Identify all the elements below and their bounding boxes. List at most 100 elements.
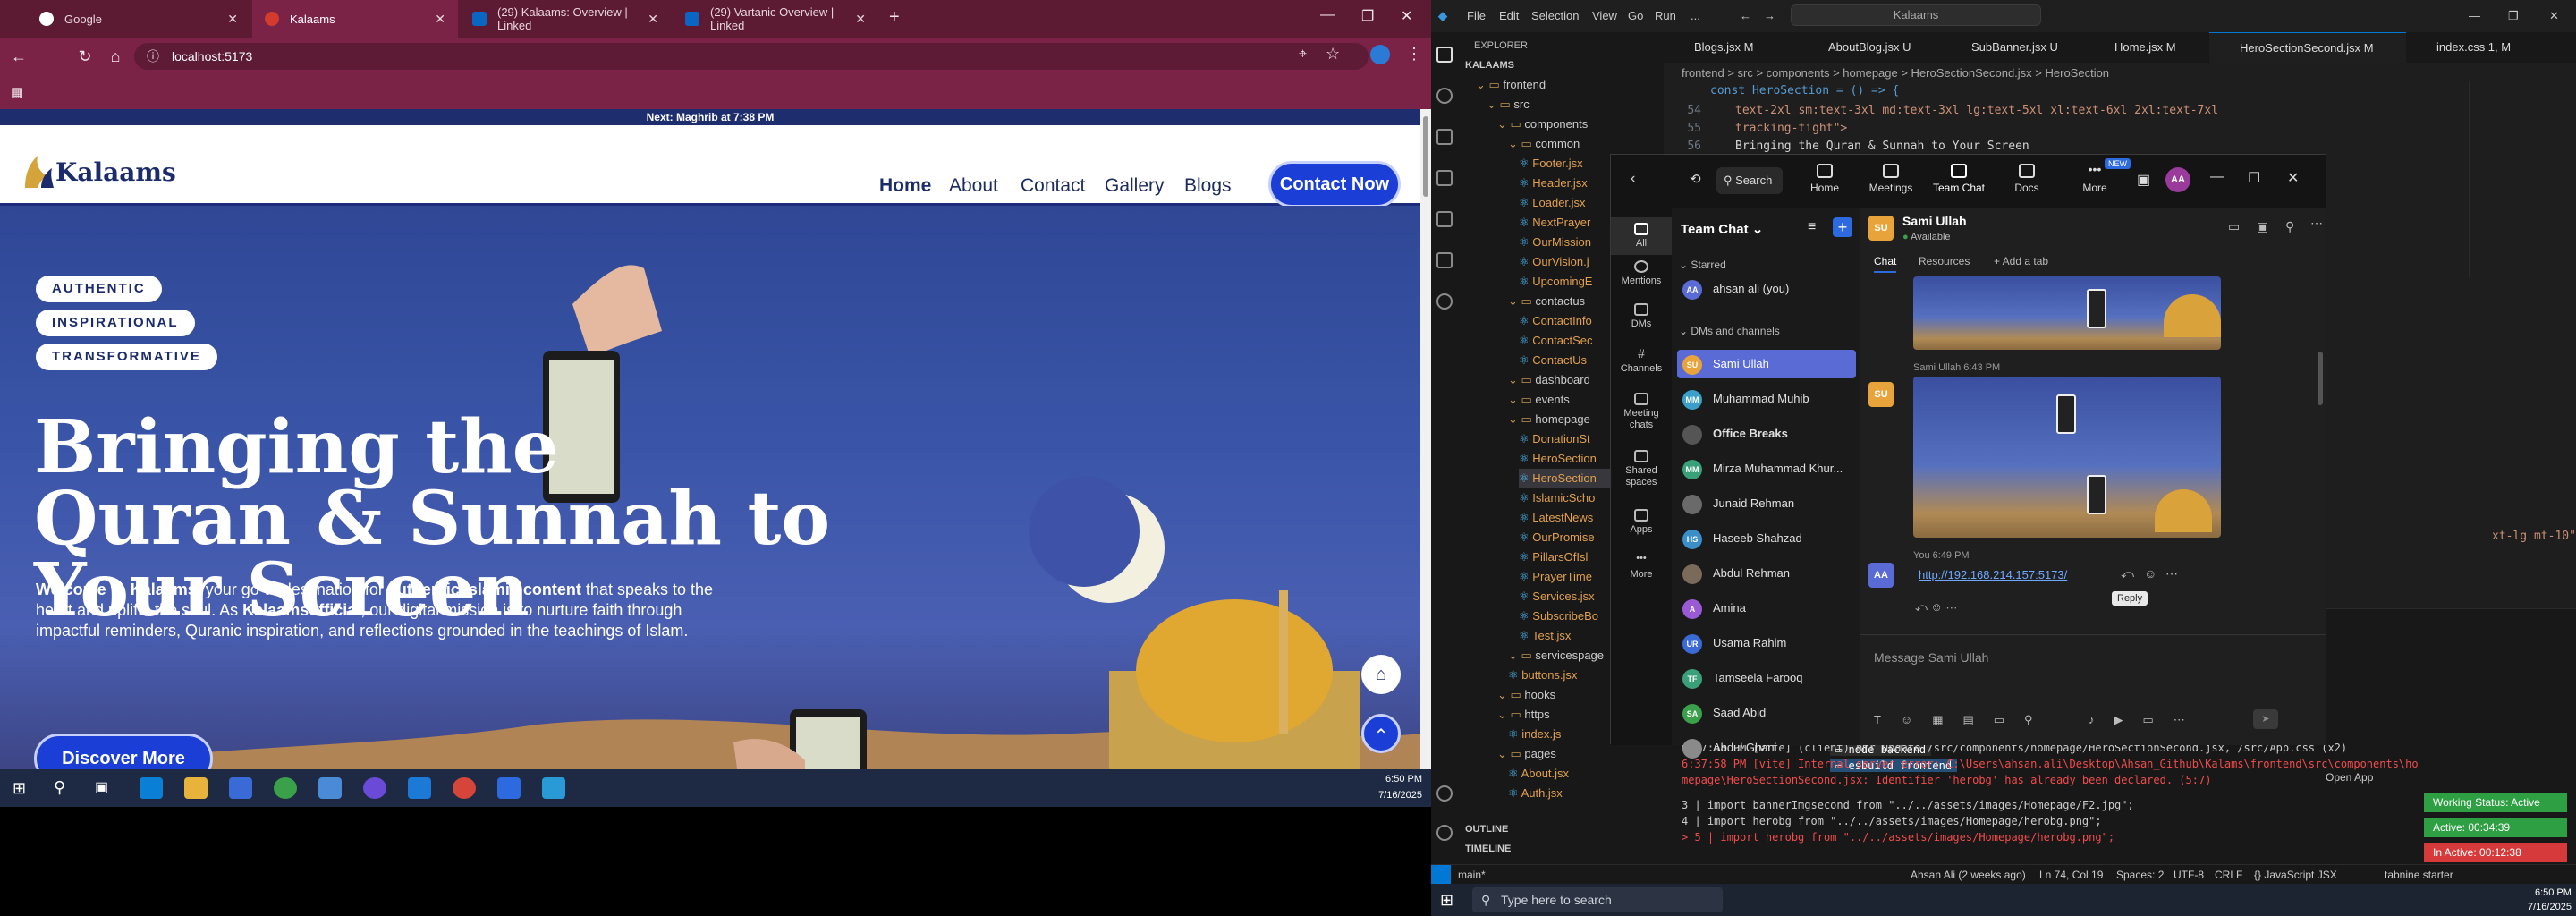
file-item[interactable]: ⚛ Header.jsx xyxy=(1519,174,1588,193)
store-icon[interactable] xyxy=(229,777,252,799)
location-icon[interactable]: ⌖ xyxy=(1299,47,1307,63)
back-icon[interactable]: ← xyxy=(7,45,30,68)
explorer-icon[interactable] xyxy=(1436,47,1453,63)
breadcrumb[interactable]: frontend > src > components > homepage >… xyxy=(1682,66,2109,80)
file-item[interactable]: ⚛ Footer.jsx xyxy=(1519,154,1583,174)
windows-start-icon[interactable]: ⊞ xyxy=(1440,891,1453,910)
encoding[interactable]: UTF-8 xyxy=(2174,869,2204,881)
minimize-icon[interactable]: — xyxy=(2210,169,2224,185)
menu-edit[interactable]: Edit xyxy=(1499,9,1519,22)
rail-shared-spaces[interactable]: Shared spaces xyxy=(1611,450,1672,488)
file-item[interactable]: ⚛ LatestNews xyxy=(1519,508,1593,528)
tab-linkedin-kalaams[interactable]: (29) Kalaams: Overview | Linked ✕ xyxy=(460,0,671,38)
file-item[interactable]: ⚛ OurMission xyxy=(1519,233,1591,252)
page-scrollbar[interactable] xyxy=(1420,109,1431,807)
folder-item[interactable]: ⌄ ▭ components xyxy=(1497,114,1588,134)
remote-icon[interactable] xyxy=(1436,252,1453,268)
apps-grid-icon[interactable]: ▦ xyxy=(11,84,23,100)
line-ending[interactable]: CRLF xyxy=(2215,869,2242,881)
code-line[interactable]: tracking-tight"> xyxy=(1735,122,1847,135)
cursor-position[interactable]: Ln 74, Col 19 xyxy=(2039,869,2103,881)
contact-now-button[interactable]: Contact Now xyxy=(1268,161,1401,208)
maximize-icon[interactable]: ☐ xyxy=(2248,169,2260,187)
outline-section[interactable]: OUTLINE xyxy=(1465,819,1508,839)
tab-aboutblog[interactable]: AboutBlog.jsx U xyxy=(1798,32,1941,63)
my-avatar[interactable]: AA xyxy=(1868,563,1894,588)
more-dots-icon[interactable]: ⋯ xyxy=(2165,566,2178,581)
chat-bubble-icon[interactable]: ⌂ xyxy=(1361,655,1401,694)
url-field[interactable] xyxy=(134,43,1368,70)
nav-home[interactable]: Home xyxy=(1793,164,1856,194)
menu-go[interactable]: Go xyxy=(1628,9,1643,22)
rail-dms[interactable]: DMs xyxy=(1611,303,1672,330)
chat-list-item[interactable]: MM Mirza Muhammad Khur... xyxy=(1677,454,1856,483)
video-call-icon[interactable]: ▭ xyxy=(2228,219,2240,234)
menu-kebab-icon[interactable]: ⋮ xyxy=(1406,45,1422,64)
file-item[interactable]: ⚛ UpcomingE xyxy=(1519,272,1592,292)
code-line[interactable]: Bringing the Quran & Sunnah to Your Scre… xyxy=(1735,140,2029,153)
run-debug-icon[interactable] xyxy=(1436,170,1453,186)
file-item[interactable]: ⚛ Loader.jsx xyxy=(1519,193,1586,213)
close-window-icon[interactable]: ✕ xyxy=(2549,9,2559,23)
chat-tab[interactable]: Chat xyxy=(1874,255,1897,273)
folder-item[interactable]: ⌄ ▭ hooks xyxy=(1497,685,1555,705)
search-icon[interactable]: ⚲ xyxy=(54,778,65,797)
file-item[interactable]: ⚛ IslamicScho xyxy=(1519,488,1595,508)
chrome-icon[interactable] xyxy=(453,777,476,799)
tabnine-icon[interactable] xyxy=(1436,293,1453,310)
file-item[interactable]: ⚛ PillarsOfIsl xyxy=(1519,547,1588,567)
open-app-link[interactable]: Open App xyxy=(2326,771,2373,784)
file-item[interactable]: ⚛ buttons.jsx xyxy=(1508,666,1577,685)
teams-search[interactable]: ⚲ Search xyxy=(1716,167,1783,194)
more-dots-icon[interactable]: ⋯ xyxy=(2310,216,2323,231)
tab-google[interactable]: Google ✕ xyxy=(27,0,250,38)
shared-image-2[interactable] xyxy=(1913,377,2221,538)
menu-file[interactable]: File xyxy=(1467,9,1486,22)
nav-about[interactable]: About xyxy=(949,175,998,197)
github-icon[interactable] xyxy=(363,777,386,799)
composer-toolbar-2[interactable]: ♪▶▭⋯ xyxy=(2089,713,2205,727)
reload-icon[interactable]: ↻ xyxy=(73,45,97,68)
folder-item[interactable]: ⌄ ▭ https xyxy=(1497,705,1550,725)
nav-contact[interactable]: Contact xyxy=(1021,175,1085,197)
file-item[interactable]: ⚛ index.js xyxy=(1508,725,1561,744)
chat-list-item[interactable]: Office Breaks xyxy=(1677,420,1856,448)
chat-list-item[interactable]: A Amina xyxy=(1677,594,1856,623)
git-blame[interactable]: Ahsan Ali (2 weeks ago) xyxy=(1911,869,2026,881)
file-explorer-icon[interactable] xyxy=(184,777,208,799)
resources-tab[interactable]: Resources xyxy=(1919,255,1970,267)
folder-item[interactable]: ⌄ ▭ servicespage xyxy=(1508,646,1604,666)
file-item[interactable]: ⚛ About.jsx xyxy=(1508,764,1569,784)
maximize-icon[interactable]: ❐ xyxy=(2508,9,2519,23)
menu-view[interactable]: View xyxy=(1592,9,1617,22)
file-item[interactable]: ⚛ OurVision.j xyxy=(1519,252,1589,272)
tab-index-css[interactable]: index.css 1, M xyxy=(2406,32,2549,63)
minimize-icon[interactable]: — xyxy=(2469,9,2480,22)
bookmark-star-icon[interactable]: ☆ xyxy=(1326,45,1340,64)
screen-share-icon[interactable]: ▣ xyxy=(2257,219,2268,234)
chat-list-item[interactable]: TF Tamseela Farooq xyxy=(1677,664,1856,692)
tab-herosectionsecond[interactable]: HeroSectionSecond.jsx M xyxy=(2209,32,2406,63)
thread-icons[interactable]: ⤺ ☺ ⋯ xyxy=(1915,600,1957,615)
nav-gallery[interactable]: Gallery xyxy=(1105,175,1165,197)
nav-home[interactable]: Home xyxy=(879,175,931,197)
rail-channels[interactable]: # Channels xyxy=(1611,347,1672,375)
extensions-icon[interactable] xyxy=(1436,211,1453,227)
close-icon[interactable]: ✕ xyxy=(648,12,658,27)
whiteboard-icon[interactable]: ▣ xyxy=(2137,171,2150,189)
history-icon[interactable]: ⟲ xyxy=(1690,171,1701,187)
back-icon[interactable]: ‹ xyxy=(1631,171,1635,187)
tab-subbanner[interactable]: SubBanner.jsx U xyxy=(1941,32,2084,63)
git-branch[interactable]: main* xyxy=(1458,869,1486,881)
chat-list-item[interactable]: Abdul Rehman xyxy=(1677,559,1856,588)
nav-back-icon[interactable]: ← xyxy=(1740,9,1751,22)
filter-icon[interactable]: ≡ xyxy=(1808,219,1816,235)
nav-forward-icon[interactable]: → xyxy=(1764,9,1775,22)
nav-blogs[interactable]: Blogs xyxy=(1184,175,1232,197)
folder-item[interactable]: ⌄ ▭ pages xyxy=(1497,744,1556,764)
new-chat-button[interactable]: + xyxy=(1833,217,1852,237)
scroll-top-icon[interactable]: ⌃ xyxy=(1361,714,1401,753)
chat-list-item[interactable]: SU Sami Ullah xyxy=(1677,350,1856,378)
file-item[interactable]: ⚛ SubscribeBo xyxy=(1519,606,1598,626)
file-item[interactable]: ⚛ Test.jsx xyxy=(1519,626,1571,646)
